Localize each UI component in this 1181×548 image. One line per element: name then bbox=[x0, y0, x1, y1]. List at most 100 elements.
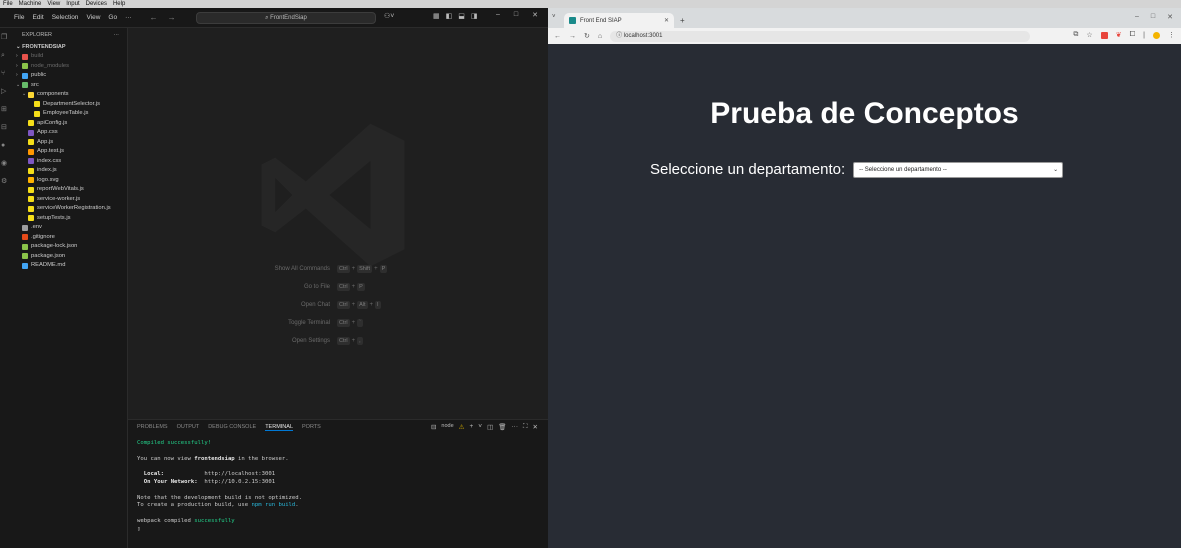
minimize-icon[interactable]: – bbox=[1135, 13, 1139, 21]
back-arrow-icon[interactable]: ← bbox=[554, 33, 561, 40]
site-info-icon[interactable]: ⓘ bbox=[616, 33, 624, 39]
file-tree-item[interactable]: DepartmentSelector.js bbox=[10, 100, 127, 110]
terminal-icon[interactable]: ⊟ bbox=[431, 423, 436, 431]
close-tab-icon[interactable]: ✕ bbox=[664, 17, 669, 24]
maximize-panel-icon[interactable]: ⛶ bbox=[523, 423, 528, 431]
file-tree-item[interactable]: EmployeeTable.js bbox=[10, 109, 127, 119]
split-terminal-icon[interactable]: ◫ bbox=[487, 423, 493, 431]
file-tree-item[interactable]: › node_modules bbox=[10, 62, 127, 72]
extension-red-icon[interactable] bbox=[1100, 31, 1108, 39]
vscode-menu-item[interactable]: Edit bbox=[32, 14, 43, 21]
panel-tab-problems[interactable]: PROBLEMS bbox=[137, 424, 168, 430]
shortcut-label: Show All Commands bbox=[274, 266, 330, 272]
forward-arrow-icon[interactable]: → bbox=[168, 13, 176, 22]
extension-feather-icon[interactable]: ❦ bbox=[1116, 31, 1122, 39]
file-tree-item[interactable]: package.json bbox=[10, 252, 127, 262]
vscode-menu-item[interactable]: ··· bbox=[125, 14, 132, 21]
file-tree-item[interactable]: App.test.js bbox=[10, 147, 127, 157]
file-tree-item[interactable]: .env bbox=[10, 223, 127, 233]
department-select[interactable]: -- Seleccione un departamento -- ⌄ bbox=[853, 161, 1064, 178]
settings-gear-icon[interactable]: ⚙ bbox=[1, 178, 9, 186]
install-app-icon[interactable]: ⧉ bbox=[1073, 31, 1078, 39]
run-debug-icon[interactable]: ▷ bbox=[1, 88, 9, 96]
profile-avatar-icon[interactable] bbox=[1153, 31, 1160, 39]
host-menu-item[interactable]: Help bbox=[113, 0, 125, 8]
toggle-sidebar-icon[interactable]: ◧ bbox=[446, 12, 453, 20]
terminal-output[interactable]: Compiled successfully! You can now view … bbox=[128, 434, 548, 540]
more-actions-icon[interactable]: ··· bbox=[114, 32, 120, 38]
file-tree-item[interactable]: › build bbox=[10, 52, 127, 62]
extensions-icon[interactable]: ⊞ bbox=[1, 106, 9, 114]
file-tree-item[interactable]: package-lock.json bbox=[10, 242, 127, 252]
file-tree-item[interactable]: logo.svg bbox=[10, 176, 127, 186]
file-tree-item[interactable]: setupTests.js bbox=[10, 214, 127, 224]
host-menu-item[interactable]: File bbox=[3, 0, 13, 8]
host-menu-item[interactable]: View bbox=[47, 0, 60, 8]
close-panel-icon[interactable]: ✕ bbox=[533, 423, 538, 431]
file-tree-item[interactable]: › public bbox=[10, 71, 127, 81]
source-control-icon[interactable]: ⑂ bbox=[1, 70, 9, 78]
trash-icon[interactable]: 🗑 bbox=[498, 423, 506, 431]
host-menu-item[interactable]: Input bbox=[66, 0, 79, 8]
remote-icon[interactable]: ⊟ bbox=[1, 124, 9, 132]
maximize-icon[interactable]: □ bbox=[1151, 13, 1155, 21]
vscode-menu-item[interactable]: Selection bbox=[52, 14, 79, 21]
file-tree-label: index.css bbox=[37, 157, 62, 164]
reload-icon[interactable]: ↻ bbox=[584, 32, 590, 40]
close-icon[interactable]: ✕ bbox=[532, 11, 538, 19]
file-tree-item[interactable]: .gitignore bbox=[10, 233, 127, 243]
browser-tab[interactable]: Front End SIAP ✕ bbox=[564, 13, 674, 28]
panel-tab-ports[interactable]: PORTS bbox=[302, 424, 321, 430]
copilot-icon[interactable]: ⚇˅ bbox=[384, 12, 394, 20]
close-icon[interactable]: ✕ bbox=[1167, 13, 1173, 21]
toggle-panel-icon[interactable]: ⬓ bbox=[458, 12, 465, 20]
file-icon bbox=[28, 148, 34, 155]
address-bar[interactable]: ⓘ localhost:3001 bbox=[610, 30, 1031, 42]
file-tree-item[interactable]: service-worker.js bbox=[10, 195, 127, 205]
tab-search-icon[interactable]: ˅ bbox=[552, 14, 556, 20]
github-icon[interactable]: ● bbox=[1, 142, 9, 150]
vscode-menu-item[interactable]: View bbox=[86, 14, 100, 21]
file-tree-item[interactable]: README.md bbox=[10, 261, 127, 271]
file-tree-item[interactable]: App.css bbox=[10, 128, 127, 138]
file-tree-item[interactable]: serviceWorkerRegistration.js bbox=[10, 204, 127, 214]
explorer-icon[interactable]: ❐ bbox=[1, 34, 9, 42]
host-menu-item[interactable]: Devices bbox=[86, 0, 107, 8]
file-tree-item[interactable]: reportWebVitals.js bbox=[10, 185, 127, 195]
home-icon[interactable]: ⌂ bbox=[598, 33, 602, 40]
vscode-menu-item[interactable]: Go bbox=[108, 14, 117, 21]
customize-layout-icon[interactable]: ▦ bbox=[433, 12, 440, 20]
browser-menu-icon[interactable]: ⋮ bbox=[1168, 31, 1175, 39]
maximize-icon[interactable]: □ bbox=[514, 11, 518, 19]
toggle-secondary-sidebar-icon[interactable]: ◨ bbox=[471, 12, 478, 20]
host-menu-item[interactable]: Machine bbox=[19, 0, 42, 8]
panel-tab-terminal[interactable]: TERMINAL bbox=[265, 424, 293, 431]
bookmark-star-icon[interactable]: ☆ bbox=[1086, 31, 1092, 39]
file-tree-item[interactable]: App.js bbox=[10, 138, 127, 148]
vscode-menu-item[interactable]: File bbox=[14, 14, 24, 21]
file-tree-item[interactable]: index.css bbox=[10, 157, 127, 167]
file-tree-item[interactable]: index.js bbox=[10, 166, 127, 176]
file-tree-item[interactable]: apiConfig.js bbox=[10, 119, 127, 129]
forward-arrow-icon[interactable]: → bbox=[569, 33, 576, 40]
file-tree-item[interactable]: ⌄ components bbox=[10, 90, 127, 100]
shortcut-key: Ctrl bbox=[337, 319, 350, 327]
new-tab-icon[interactable]: + bbox=[680, 16, 685, 25]
extensions-puzzle-icon[interactable]: ⧠ bbox=[1130, 31, 1136, 39]
search-icon[interactable]: ⌕ bbox=[1, 52, 9, 60]
new-terminal-icon[interactable]: + bbox=[469, 423, 473, 431]
chevron-down-icon[interactable]: ˅ bbox=[478, 423, 482, 431]
accounts-icon[interactable]: ◉ bbox=[1, 160, 9, 168]
vscode-menu: File Edit Selection View Go ··· bbox=[14, 14, 132, 21]
terminal-name[interactable]: node bbox=[441, 423, 453, 431]
panel-tab-debug-console[interactable]: DEBUG CONSOLE bbox=[208, 424, 256, 430]
panel-tab-output[interactable]: OUTPUT bbox=[177, 424, 200, 430]
department-select-value: -- Seleccione un departamento -- bbox=[859, 166, 947, 173]
command-center-search[interactable]: ⌕ FrontEndSiap bbox=[196, 12, 376, 24]
project-folder-header[interactable]: ⌄ FRONTENDSIAP bbox=[10, 42, 127, 52]
back-arrow-icon[interactable]: ← bbox=[150, 13, 158, 22]
more-actions-icon[interactable]: ··· bbox=[511, 423, 518, 431]
minimize-icon[interactable]: – bbox=[496, 11, 500, 19]
file-tree-item[interactable]: ⌄ src bbox=[10, 81, 127, 91]
file-icon bbox=[22, 243, 28, 250]
